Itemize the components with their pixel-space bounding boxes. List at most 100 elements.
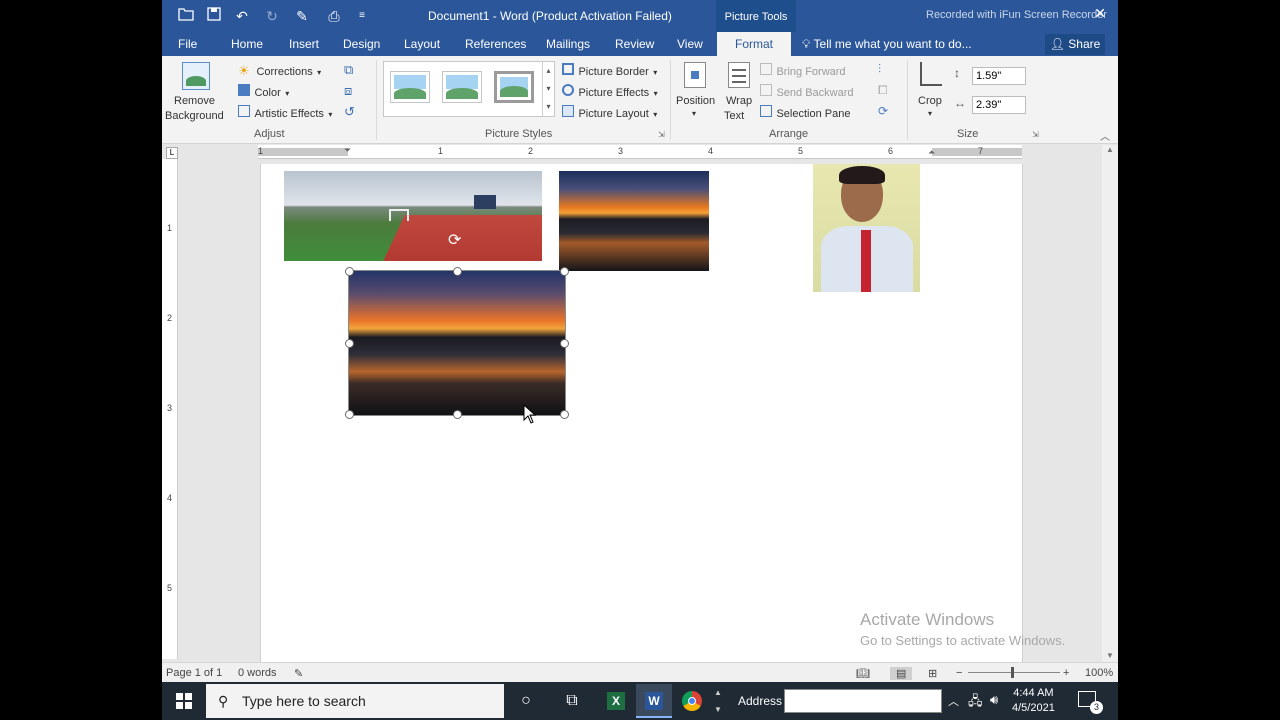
excel-icon[interactable]: X xyxy=(598,684,634,718)
print-layout-icon[interactable]: ▤ xyxy=(890,667,913,680)
crop-button[interactable]: Crop ▾ xyxy=(914,60,950,124)
chevron-down-icon: ▾ xyxy=(653,89,658,98)
dialog-launcher-icon[interactable]: ⇲ xyxy=(1032,130,1039,139)
selected-sunset-photo[interactable] xyxy=(348,270,566,416)
compress-pictures-icon[interactable]: ⧉ xyxy=(344,62,353,78)
bring-forward-button[interactable]: Bring Forward xyxy=(760,62,846,80)
tab-home[interactable]: Home xyxy=(231,32,263,56)
tab-format[interactable]: Format xyxy=(717,32,792,56)
group-objects-icon[interactable]: ⧠ xyxy=(878,83,888,98)
print-preview-icon[interactable]: ⎙ xyxy=(324,6,344,26)
align-icon[interactable]: ⫶ xyxy=(878,62,881,77)
change-picture-icon[interactable]: ⧈ xyxy=(344,83,352,99)
rotate-handle-icon[interactable]: ⟳ xyxy=(448,230,461,250)
resize-handle[interactable] xyxy=(345,339,354,348)
windows-start-icon[interactable] xyxy=(166,684,202,718)
vertical-ruler[interactable]: 1 2 3 4 5 xyxy=(162,159,178,659)
gallery-scroll-arrows[interactable]: ▴ ▾ ▾ xyxy=(542,62,554,116)
read-mode-icon[interactable]: 📖︎ xyxy=(856,667,870,680)
undo-icon[interactable]: ↶ xyxy=(232,6,252,26)
document-page[interactable]: ⟳ xyxy=(260,164,1023,662)
send-backward-button[interactable]: Send Backward xyxy=(760,83,854,101)
chrome-icon[interactable] xyxy=(674,684,710,718)
scroll-down-icon[interactable]: ▼ xyxy=(1106,651,1114,660)
picture-effects-button[interactable]: Picture Effects ▾ xyxy=(562,83,658,101)
web-layout-icon[interactable]: ⊞ xyxy=(928,667,937,680)
close-window-button[interactable]: ✕ xyxy=(1094,5,1106,22)
tab-selector-icon[interactable]: L xyxy=(166,147,178,159)
horizontal-ruler[interactable]: 1 1 2 3 4 5 6 7 ⏷ ⏶ xyxy=(258,145,1022,159)
position-button[interactable]: Position ▾ xyxy=(674,60,718,124)
picture-style-thumbnail[interactable] xyxy=(494,71,534,103)
collapse-ribbon-icon[interactable]: ︿ xyxy=(1100,128,1110,143)
corrections-button[interactable]: ☀ Corrections ▾ xyxy=(238,62,321,80)
tab-references[interactable]: References xyxy=(465,32,526,56)
wrap-text-button[interactable]: Wrap Text xyxy=(722,60,758,124)
tell-me-box[interactable]: 💡︎ Tell me what you want to do... xyxy=(802,32,972,56)
cortana-icon[interactable]: ○ xyxy=(508,684,544,718)
picture-style-thumbnail[interactable] xyxy=(390,71,430,103)
stadium-photo[interactable] xyxy=(284,171,542,261)
show-hidden-icons-icon[interactable]: ︿ xyxy=(948,693,959,709)
tab-insert[interactable]: Insert xyxy=(289,32,319,56)
zoom-level[interactable]: 100% xyxy=(1085,667,1113,679)
network-icon[interactable]: 🖧︎ xyxy=(968,692,983,714)
zoom-out-icon[interactable]: − xyxy=(956,667,962,679)
vertical-scrollbar[interactable]: ▲ ▼ xyxy=(1102,145,1118,662)
selection-pane-button[interactable]: Selection Pane xyxy=(760,104,850,122)
format-painter-icon[interactable]: ✎ xyxy=(292,6,312,26)
address-input[interactable] xyxy=(784,689,942,713)
resize-handle[interactable] xyxy=(560,410,569,419)
open-folder-icon[interactable] xyxy=(176,6,196,26)
notification-center-icon[interactable]: 3 xyxy=(1078,691,1103,714)
toolbar-scroll-icon[interactable]: ▲ ▼ xyxy=(714,684,726,718)
tab-review[interactable]: Review xyxy=(615,32,654,56)
system-clock[interactable]: 4:44 AM 4/5/2021 xyxy=(1012,686,1055,716)
right-indent-marker-icon[interactable]: ⏶ xyxy=(928,147,935,158)
zoom-slider[interactable] xyxy=(968,672,1060,673)
tab-design[interactable]: Design xyxy=(343,32,380,56)
resize-handle[interactable] xyxy=(453,410,462,419)
ruler-number: 7 xyxy=(978,146,984,156)
remove-background-button[interactable]: Remove Background xyxy=(165,58,224,124)
width-input[interactable]: 2.39" xyxy=(972,96,1026,114)
tab-mailings[interactable]: Mailings xyxy=(546,32,590,56)
page-count[interactable]: Page 1 of 1 xyxy=(166,667,222,679)
resize-handle[interactable] xyxy=(345,267,354,276)
scroll-up-icon[interactable]: ▲ xyxy=(1106,145,1114,154)
task-view-icon[interactable]: ⧉ xyxy=(554,684,590,718)
save-icon[interactable] xyxy=(204,6,224,26)
sunset-photo[interactable] xyxy=(559,171,709,271)
volume-icon[interactable]: 🔊︎ xyxy=(990,692,998,708)
picture-tools-context-label: Picture Tools xyxy=(716,0,796,32)
customize-qat-icon[interactable]: ≡ xyxy=(352,6,372,26)
resize-handle[interactable] xyxy=(453,267,462,276)
resize-handle[interactable] xyxy=(560,339,569,348)
tab-file[interactable]: File xyxy=(178,32,197,56)
redo-icon[interactable]: ↻ xyxy=(262,6,282,26)
rotate-icon[interactable]: ⟳ xyxy=(878,104,888,118)
zoom-in-icon[interactable]: + xyxy=(1063,667,1069,679)
dialog-launcher-icon[interactable]: ⇲ xyxy=(658,130,665,139)
share-button[interactable]: 👤︎ Share xyxy=(1045,34,1105,55)
color-button[interactable]: Color ▾ xyxy=(238,83,289,101)
chevron-down-icon: ▾ xyxy=(653,110,658,119)
word-taskbar-icon[interactable]: W xyxy=(636,684,672,718)
resize-handle[interactable] xyxy=(345,410,354,419)
indent-marker-icon[interactable]: ⏷ xyxy=(344,145,351,156)
zoom-slider-thumb[interactable] xyxy=(1011,667,1014,678)
resize-handle[interactable] xyxy=(560,267,569,276)
artistic-effects-button[interactable]: Artistic Effects ▾ xyxy=(238,104,332,122)
height-input[interactable]: 1.59" xyxy=(972,67,1026,85)
picture-border-button[interactable]: Picture Border ▾ xyxy=(562,62,657,80)
taskbar-search-box[interactable]: ⚲ Type here to search xyxy=(206,684,504,718)
word-count[interactable]: 0 words xyxy=(238,667,277,679)
proofing-icon[interactable]: ✎ xyxy=(294,667,303,680)
picture-style-thumbnail[interactable] xyxy=(442,71,482,103)
picture-layout-button[interactable]: Picture Layout ▾ xyxy=(562,104,657,122)
portrait-photo[interactable] xyxy=(813,164,920,292)
search-icon: ⚲ xyxy=(218,693,229,709)
tab-view[interactable]: View xyxy=(677,32,703,56)
tab-layout[interactable]: Layout xyxy=(404,32,440,56)
reset-picture-icon[interactable]: ↺ xyxy=(344,104,355,120)
